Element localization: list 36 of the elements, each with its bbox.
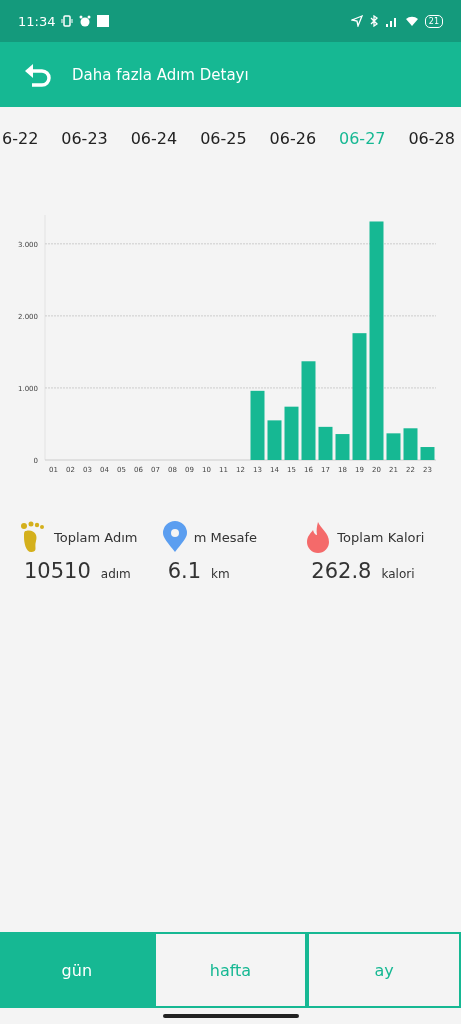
stat-value: 262.8 bbox=[311, 559, 372, 583]
bar bbox=[267, 420, 282, 460]
stat-value: 6.1 bbox=[167, 559, 202, 583]
wifi-icon bbox=[404, 15, 419, 27]
stat-label: Toplam Kalori bbox=[337, 529, 425, 545]
location-pin-icon bbox=[161, 521, 188, 553]
bar bbox=[250, 390, 265, 460]
bar bbox=[386, 433, 401, 460]
bar bbox=[403, 428, 418, 460]
date-tab[interactable]: 06-25 bbox=[198, 128, 249, 148]
date-tab[interactable]: 06-26 bbox=[267, 128, 319, 148]
stat-unit: kalori bbox=[381, 567, 415, 581]
date-tab[interactable]: 06-28 bbox=[406, 128, 457, 148]
status-time: 11:34 bbox=[18, 13, 56, 29]
battery-icon: 21 bbox=[424, 14, 443, 28]
bar bbox=[284, 406, 299, 460]
bar bbox=[318, 426, 333, 460]
stat-value: 10510 bbox=[24, 559, 91, 583]
back-button[interactable] bbox=[24, 62, 52, 87]
bar bbox=[420, 447, 435, 460]
stat-label: Toplam Adım bbox=[54, 529, 138, 545]
stat-unit: adım bbox=[100, 567, 131, 581]
bar bbox=[335, 434, 350, 460]
date-tab[interactable]: 6-22 bbox=[0, 128, 41, 148]
location-arrow-icon bbox=[350, 15, 363, 27]
signal-icon bbox=[384, 15, 399, 27]
bluetooth-icon bbox=[368, 15, 379, 27]
flame-icon bbox=[305, 521, 332, 553]
stat-label: m Mesafe bbox=[193, 529, 257, 545]
alarm-icon bbox=[79, 15, 92, 27]
stat-unit: km bbox=[211, 567, 230, 581]
vibrate-icon bbox=[61, 15, 74, 27]
date-tab[interactable]: 06-24 bbox=[128, 128, 180, 148]
square-icon bbox=[97, 15, 110, 27]
date-tab[interactable]: 06-23 bbox=[59, 128, 110, 148]
page-title: Daha fazla Adım Detayı bbox=[72, 65, 249, 84]
